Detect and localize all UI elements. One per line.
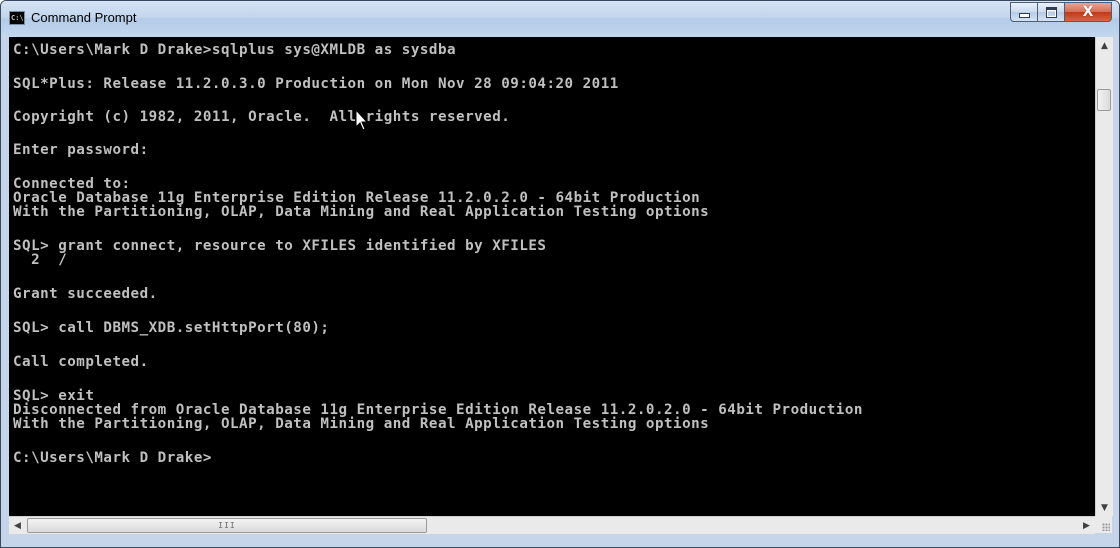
minimize-button[interactable] [1010, 2, 1038, 22]
window-title: Command Prompt [31, 10, 137, 25]
resize-grip-icon [1102, 523, 1110, 531]
size-grip[interactable] [1095, 516, 1112, 533]
scroll-left-arrow-icon[interactable]: ◀ [9, 517, 26, 534]
maximize-icon [1045, 6, 1057, 18]
console-line: SQL> grant connect, resource to XFILES i… [13, 238, 547, 254]
console-line: 2 / [13, 252, 68, 268]
caption-buttons: X [1010, 2, 1112, 22]
vertical-scrollbar[interactable]: ▲ ▼ [1095, 37, 1113, 516]
console-line: C:\Users\Mark D Drake>sqlplus sys@XMLDB … [13, 42, 457, 58]
console-line: SQL> exit [13, 388, 95, 404]
scroll-down-arrow-icon[interactable]: ▼ [1096, 499, 1113, 516]
horizontal-scrollbar[interactable]: ◀ III ▶ [9, 516, 1095, 534]
command-prompt-icon[interactable]: C:\. [9, 11, 28, 25]
console-line: SQL> call DBMS_XDB.setHttpPort(80); [13, 320, 330, 336]
vertical-scroll-thumb[interactable] [1097, 89, 1111, 111]
mouse-pointer-icon [355, 109, 369, 131]
horizontal-scroll-thumb[interactable]: III [27, 518, 427, 533]
close-icon: X [1082, 4, 1094, 20]
scroll-grip-icon: III [218, 521, 236, 530]
console-line: SQL*Plus: Release 11.2.0.3.0 Production … [13, 76, 619, 92]
console-line: With the Partitioning, OLAP, Data Mining… [13, 204, 710, 220]
close-button[interactable]: X [1065, 2, 1112, 22]
console-line: C:\Users\Mark D Drake> [13, 450, 212, 466]
console-line: Disconnected from Oracle Database 11g En… [13, 402, 863, 418]
console-line: Grant succeeded. [13, 286, 158, 302]
minimize-icon [1018, 13, 1030, 18]
console-line: Copyright (c) 1982, 2011, Oracle. All ri… [13, 109, 511, 125]
maximize-button[interactable] [1038, 2, 1065, 22]
command-prompt-window: C:\. Command Prompt X C:\Users\Mark D Dr… [0, 0, 1120, 548]
console-line: Connected to: [13, 176, 131, 192]
title-bar[interactable]: C:\. Command Prompt X [1, 1, 1119, 37]
console-output[interactable]: C:\Users\Mark D Drake>sqlplus sys@XMLDB … [9, 37, 1095, 516]
console-line: Oracle Database 11g Enterprise Edition R… [13, 190, 701, 206]
scroll-right-arrow-icon[interactable]: ▶ [1078, 517, 1095, 534]
console-line: With the Partitioning, OLAP, Data Mining… [13, 416, 710, 432]
console-line: Call completed. [13, 354, 149, 370]
console-line: Enter password: [13, 142, 149, 158]
scroll-up-arrow-icon[interactable]: ▲ [1096, 37, 1113, 54]
